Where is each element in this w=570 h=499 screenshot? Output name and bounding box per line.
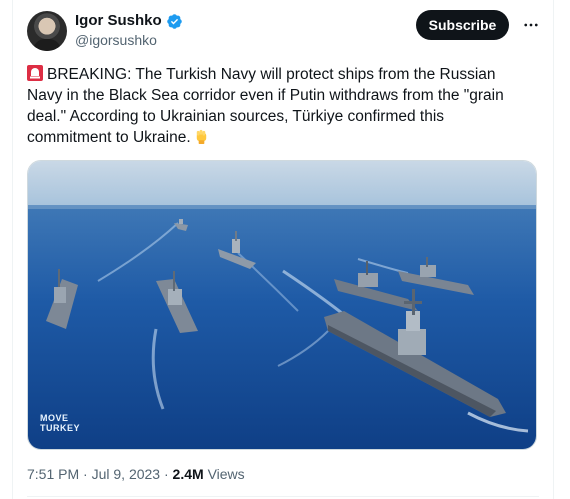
subscribe-button[interactable]: Subscribe — [416, 10, 509, 40]
watermark-line2: TURKEY — [40, 423, 81, 433]
tweet-time[interactable]: 7:51 PM — [27, 466, 79, 482]
author-name[interactable]: Igor Sushko — [75, 12, 162, 30]
views-label: Views — [207, 466, 245, 482]
avatar-shirt — [33, 39, 61, 51]
ellipsis-icon[interactable] — [518, 12, 544, 38]
media-watermark: MOVE TURKEY — [40, 413, 80, 433]
meta-separator: · — [83, 466, 88, 482]
tweet-meta: 7:51 PM · Jul 9, 2023 · 2.4M Views — [27, 466, 245, 483]
tweet-image[interactable]: MOVE TURKEY — [27, 160, 537, 450]
author-handle[interactable]: @igorsushko — [75, 32, 157, 49]
meta-separator-2: · — [163, 466, 169, 482]
raised-fist-icon — [196, 129, 206, 145]
timeline-right-border — [553, 0, 554, 499]
watermark-line1: MOVE — [40, 413, 69, 423]
tweet-date[interactable]: Jul 9, 2023 — [92, 466, 161, 482]
tweet-text: BREAKING: The Turkish Navy will protect … — [27, 66, 504, 146]
views-count: 2.4M — [172, 466, 204, 482]
tweet-text-container: BREAKING: The Turkish Navy will protect … — [27, 64, 527, 148]
verified-badge-icon[interactable] — [166, 13, 183, 30]
avatar[interactable] — [27, 11, 67, 51]
author-name-row[interactable]: Igor Sushko — [75, 12, 183, 30]
bottom-divider — [27, 496, 539, 497]
navy-ships-photo — [28, 161, 536, 449]
tweet-card[interactable]: Igor Sushko @igorsushko Subscribe BREAKI… — [13, 0, 553, 499]
siren-icon — [27, 65, 43, 81]
